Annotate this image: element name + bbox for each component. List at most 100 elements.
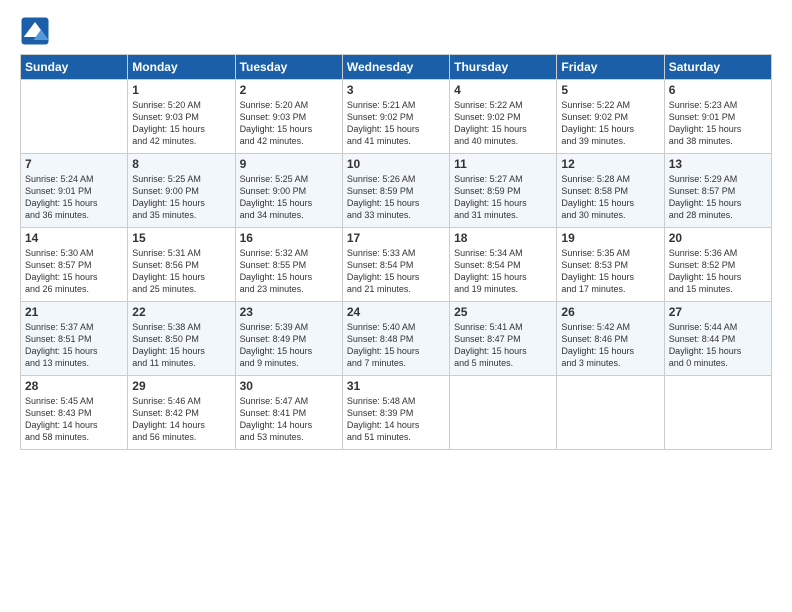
logo-icon <box>20 16 50 46</box>
calendar-cell: 20Sunrise: 5:36 AM Sunset: 8:52 PM Dayli… <box>664 228 771 302</box>
cell-info-text: Sunrise: 5:44 AM Sunset: 8:44 PM Dayligh… <box>669 321 767 370</box>
cell-info-text: Sunrise: 5:29 AM Sunset: 8:57 PM Dayligh… <box>669 173 767 222</box>
cell-info-text: Sunrise: 5:27 AM Sunset: 8:59 PM Dayligh… <box>454 173 552 222</box>
calendar-cell: 6 Sunrise: 5:23 AM Sunset: 9:01 PM Daylig… <box>664 80 771 154</box>
calendar-cell: 23 Sunrise: 5:39 AM Sunset: 8:49 PM Dayli… <box>235 302 342 376</box>
calendar-cell: 1Sunrise: 5:20 AM Sunset: 9:03 PM Daylig… <box>128 80 235 154</box>
calendar-cell: 16 Sunrise: 5:32 AM Sunset: 8:55 PM Dayli… <box>235 228 342 302</box>
cell-day-number: 1 <box>132 83 230 97</box>
calendar-cell: 7 Sunrise: 5:24 AM Sunset: 9:01 PM Daylig… <box>21 154 128 228</box>
cell-info-text: Sunrise: 5:41 AM Sunset: 8:47 PM Dayligh… <box>454 321 552 370</box>
cell-day-number: 28 <box>25 379 123 393</box>
cell-day-number: 16 <box>240 231 338 245</box>
cell-day-number: 12 <box>561 157 659 171</box>
cell-info-text: Sunrise: 5:39 AM Sunset: 8:49 PM Dayligh… <box>240 321 338 370</box>
cell-day-number: 25 <box>454 305 552 319</box>
cell-info-text: Sunrise: 5:40 AM Sunset: 8:48 PM Dayligh… <box>347 321 445 370</box>
cell-info-text: Sunrise: 5:47 AM Sunset: 8:41 PM Dayligh… <box>240 395 338 444</box>
cell-day-number: 13 <box>669 157 767 171</box>
cell-info-text: Sunrise: 5:28 AM Sunset: 8:58 PM Dayligh… <box>561 173 659 222</box>
cell-info-text: Sunrise: 5:31 AM Sunset: 8:56 PM Dayligh… <box>132 247 230 296</box>
cell-day-number: 19 <box>561 231 659 245</box>
cell-info-text: Sunrise: 5:35 AM Sunset: 8:53 PM Dayligh… <box>561 247 659 296</box>
cell-day-number: 3 <box>347 83 445 97</box>
cell-day-number: 26 <box>561 305 659 319</box>
cell-info-text: Sunrise: 5:22 AM Sunset: 9:02 PM Dayligh… <box>454 99 552 148</box>
cell-day-number: 11 <box>454 157 552 171</box>
cell-day-number: 22 <box>132 305 230 319</box>
calendar-header-row: SundayMondayTuesdayWednesdayThursdayFrid… <box>21 55 772 80</box>
cell-day-number: 9 <box>240 157 338 171</box>
cell-day-number: 5 <box>561 83 659 97</box>
cell-day-number: 30 <box>240 379 338 393</box>
cell-info-text: Sunrise: 5:25 AM Sunset: 9:00 PM Dayligh… <box>240 173 338 222</box>
cell-info-text: Sunrise: 5:21 AM Sunset: 9:02 PM Dayligh… <box>347 99 445 148</box>
cell-day-number: 2 <box>240 83 338 97</box>
calendar-cell: 9 Sunrise: 5:25 AM Sunset: 9:00 PM Daylig… <box>235 154 342 228</box>
calendar-cell: 24Sunrise: 5:40 AM Sunset: 8:48 PM Dayli… <box>342 302 449 376</box>
calendar-cell: 5 Sunrise: 5:22 AM Sunset: 9:02 PM Daylig… <box>557 80 664 154</box>
calendar-cell: 4 Sunrise: 5:22 AM Sunset: 9:02 PM Daylig… <box>450 80 557 154</box>
calendar-cell: 26 Sunrise: 5:42 AM Sunset: 8:46 PM Dayli… <box>557 302 664 376</box>
cell-day-number: 15 <box>132 231 230 245</box>
logo <box>20 16 54 46</box>
cell-day-number: 23 <box>240 305 338 319</box>
col-header-wednesday: Wednesday <box>342 55 449 80</box>
col-header-tuesday: Tuesday <box>235 55 342 80</box>
cell-day-number: 29 <box>132 379 230 393</box>
calendar-cell <box>450 376 557 450</box>
cell-day-number: 6 <box>669 83 767 97</box>
calendar-cell: 19 Sunrise: 5:35 AM Sunset: 8:53 PM Dayli… <box>557 228 664 302</box>
cell-day-number: 27 <box>669 305 767 319</box>
col-header-sunday: Sunday <box>21 55 128 80</box>
week-row-1: 1 Sunrise: 5:20 AM Sunset: 9:03 PM Daylig… <box>21 80 772 154</box>
calendar-cell: 18 Sunrise: 5:34 AM Sunset: 8:54 PM Dayli… <box>450 228 557 302</box>
cell-info-text: Sunrise: 5:23 AM Sunset: 9:01 PM Dayligh… <box>669 99 767 148</box>
cell-day-number: 31 <box>347 379 445 393</box>
cell-info-text: Sunrise: 5:20 AM Sunset: 9:03 PM Dayligh… <box>240 99 338 148</box>
calendar-cell <box>21 80 128 154</box>
cell-info-text: Sunrise: 5:45 AM Sunset: 8:43 PM Dayligh… <box>25 395 123 444</box>
cell-day-number: 4 <box>454 83 552 97</box>
cell-day-number: 14 <box>25 231 123 245</box>
col-header-monday: Monday <box>128 55 235 80</box>
col-header-thursday: Thursday <box>450 55 557 80</box>
calendar-cell: 31 Sunrise: 5:48 AM Sunset: 8:39 PM Dayli… <box>342 376 449 450</box>
calendar-cell: 17Sunrise: 5:33 AM Sunset: 8:54 PM Dayli… <box>342 228 449 302</box>
cell-info-text: Sunrise: 5:42 AM Sunset: 8:46 PM Dayligh… <box>561 321 659 370</box>
col-header-saturday: Saturday <box>664 55 771 80</box>
cell-info-text: Sunrise: 5:34 AM Sunset: 8:54 PM Dayligh… <box>454 247 552 296</box>
cell-info-text: Sunrise: 5:30 AM Sunset: 8:57 PM Dayligh… <box>25 247 123 296</box>
calendar-cell: 14 Sunrise: 5:30 AM Sunset: 8:57 PM Dayli… <box>21 228 128 302</box>
calendar-cell: 29 Sunrise: 5:46 AM Sunset: 8:42 PM Dayli… <box>128 376 235 450</box>
week-row-5: 28 Sunrise: 5:45 AM Sunset: 8:43 PM Dayli… <box>21 376 772 450</box>
cell-day-number: 18 <box>454 231 552 245</box>
calendar-cell: 15 Sunrise: 5:31 AM Sunset: 8:56 PM Dayli… <box>128 228 235 302</box>
cell-day-number: 20 <box>669 231 767 245</box>
cell-info-text: Sunrise: 5:26 AM Sunset: 8:59 PM Dayligh… <box>347 173 445 222</box>
cell-info-text: Sunrise: 5:46 AM Sunset: 8:42 PM Dayligh… <box>132 395 230 444</box>
calendar-cell: 3 Sunrise: 5:21 AM Sunset: 9:02 PM Daylig… <box>342 80 449 154</box>
cell-day-number: 7 <box>25 157 123 171</box>
cell-info-text: Sunrise: 5:32 AM Sunset: 8:55 PM Dayligh… <box>240 247 338 296</box>
calendar-cell: 10 Sunrise: 5:26 AM Sunset: 8:59 PM Dayli… <box>342 154 449 228</box>
cell-info-text: Sunrise: 5:22 AM Sunset: 9:02 PM Dayligh… <box>561 99 659 148</box>
calendar-cell: 22Sunrise: 5:38 AM Sunset: 8:50 PM Dayli… <box>128 302 235 376</box>
cell-day-number: 8 <box>132 157 230 171</box>
cell-day-number: 10 <box>347 157 445 171</box>
cell-info-text: Sunrise: 5:48 AM Sunset: 8:39 PM Dayligh… <box>347 395 445 444</box>
calendar-cell: 21Sunrise: 5:37 AM Sunset: 8:51 PM Dayli… <box>21 302 128 376</box>
col-header-friday: Friday <box>557 55 664 80</box>
calendar-cell: 25 Sunrise: 5:41 AM Sunset: 8:47 PM Dayli… <box>450 302 557 376</box>
header <box>20 16 772 46</box>
cell-info-text: Sunrise: 5:25 AM Sunset: 9:00 PM Dayligh… <box>132 173 230 222</box>
cell-info-text: Sunrise: 5:24 AM Sunset: 9:01 PM Dayligh… <box>25 173 123 222</box>
calendar-cell: 27 Sunrise: 5:44 AM Sunset: 8:44 PM Dayli… <box>664 302 771 376</box>
cell-info-text: Sunrise: 5:37 AM Sunset: 8:51 PM Dayligh… <box>25 321 123 370</box>
calendar-cell: 8 Sunrise: 5:25 AM Sunset: 9:00 PM Daylig… <box>128 154 235 228</box>
calendar-cell: 30 Sunrise: 5:47 AM Sunset: 8:41 PM Dayli… <box>235 376 342 450</box>
week-row-2: 7 Sunrise: 5:24 AM Sunset: 9:01 PM Daylig… <box>21 154 772 228</box>
calendar-table: SundayMondayTuesdayWednesdayThursdayFrid… <box>20 54 772 450</box>
calendar-cell: 13 Sunrise: 5:29 AM Sunset: 8:57 PM Dayli… <box>664 154 771 228</box>
calendar-cell: 2 Sunrise: 5:20 AM Sunset: 9:03 PM Daylig… <box>235 80 342 154</box>
